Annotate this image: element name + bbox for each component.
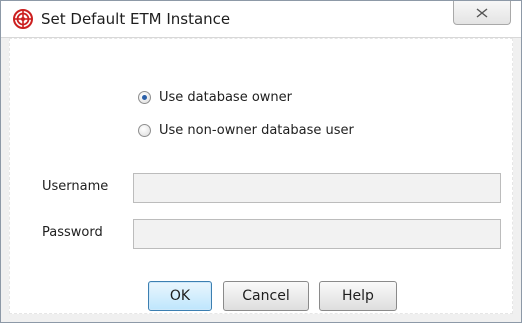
username-field[interactable] <box>133 173 501 203</box>
use-non-owner-radio[interactable] <box>138 124 151 137</box>
help-button[interactable]: Help <box>319 281 397 311</box>
use-non-owner-label: Use non-owner database user <box>159 123 354 138</box>
use-owner-radio[interactable] <box>138 91 151 104</box>
ok-button[interactable]: OK <box>148 281 212 311</box>
use-owner-option[interactable]: Use database owner <box>138 90 292 105</box>
cancel-button[interactable]: Cancel <box>223 281 309 311</box>
username-label: Username <box>42 179 109 194</box>
close-icon <box>476 3 488 22</box>
dialog-title: Set Default ETM Instance <box>41 10 231 28</box>
use-owner-label: Use database owner <box>159 90 292 105</box>
title-bar[interactable]: Set Default ETM Instance <box>1 1 521 38</box>
password-field[interactable] <box>133 219 501 249</box>
close-button[interactable] <box>453 1 511 25</box>
use-non-owner-option[interactable]: Use non-owner database user <box>138 123 354 138</box>
dialog-window: Set Default ETM Instance Use database ow… <box>0 0 522 323</box>
red-target-icon <box>13 9 33 29</box>
password-label: Password <box>42 225 103 240</box>
